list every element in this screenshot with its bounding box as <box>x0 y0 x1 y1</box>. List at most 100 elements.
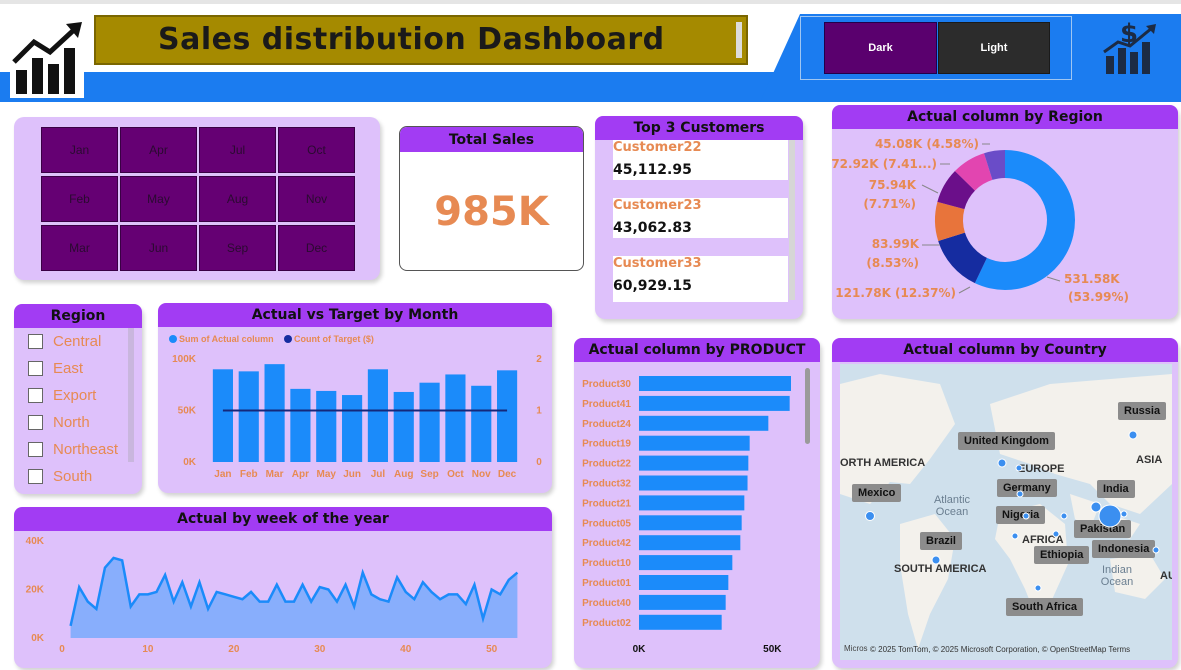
x-tick-label: Oct <box>447 469 464 480</box>
region-option-central[interactable]: Central <box>28 333 101 350</box>
bar-product02 <box>639 614 722 630</box>
product-bar-chart: Product30 Product41 Product24 Product19 Prod… <box>582 376 791 655</box>
y-tick-label: 0K <box>183 457 197 468</box>
y-tick-label: 40K <box>26 536 45 547</box>
region-option-label: South <box>53 468 93 485</box>
month-button-may[interactable]: May <box>120 176 197 222</box>
month-button-apr[interactable]: Apr <box>120 127 197 173</box>
x-tick-label: Sep <box>420 469 438 480</box>
x-tick-label: Dec <box>498 469 517 480</box>
region-slicer-title: Region <box>14 304 142 328</box>
customer-card-2[interactable]: Customer23 43,062.83 <box>613 198 788 238</box>
growth-chart-icon <box>10 18 84 98</box>
y2-tick-label: 1 <box>536 406 542 417</box>
month-button-jun[interactable]: Jun <box>120 225 197 271</box>
y-tick-label: Product40 <box>582 598 631 609</box>
region-option-export[interactable]: Export <box>28 387 96 404</box>
month-button-aug[interactable]: Aug <box>199 176 276 222</box>
bar-jul <box>367 369 388 462</box>
customer-name: Customer22 <box>613 140 702 155</box>
bar-product01 <box>639 575 729 590</box>
actual-vs-target-panel: Actual vs Target by Month Sum of Actual … <box>158 303 552 493</box>
y-tick-label: 20K <box>26 585 45 596</box>
data-label: 45.08K (4.58%) <box>875 137 979 151</box>
month-button-jul[interactable]: Jul <box>199 127 276 173</box>
header-band <box>0 72 800 102</box>
y2-tick-label: 2 <box>536 354 542 365</box>
x-tick-label: May <box>317 469 337 480</box>
x-tick-label: 0 <box>59 644 65 655</box>
dark-theme-button[interactable]: Dark <box>824 22 937 74</box>
legend-label-actual: Sum of Actual column <box>179 334 274 344</box>
legend: Sum of Actual column Count of Target ($) <box>169 334 374 344</box>
x-tick-label: Jun <box>343 469 361 480</box>
bar-nov <box>471 385 492 462</box>
region-option-northeast[interactable]: Northeast <box>28 441 118 458</box>
x-tick-label: 50 <box>486 644 498 655</box>
top-divider <box>0 0 1181 4</box>
bar-product40 <box>639 594 726 610</box>
x-tick-label: 30 <box>314 644 326 655</box>
scrollbar[interactable] <box>128 328 134 462</box>
scrollbar[interactable] <box>805 368 810 444</box>
customer-card-3[interactable]: Customer33 60,929.15 <box>613 256 788 302</box>
data-label: 531.58K <box>1064 272 1120 286</box>
bar-product22 <box>639 455 749 471</box>
y-tick-label: Product42 <box>582 538 631 549</box>
map-bubbles <box>865 430 1160 592</box>
legend-marker-actual <box>169 335 177 343</box>
x-tick-label: Apr <box>292 469 309 480</box>
y2-tick-label: 0 <box>536 457 542 468</box>
bar-sep <box>419 382 440 462</box>
y-tick-label: Product30 <box>582 379 631 390</box>
checkbox[interactable] <box>28 361 43 376</box>
legend-marker-target <box>284 335 292 343</box>
x-tick-label: 10 <box>142 644 154 655</box>
customer-name: Customer33 <box>613 256 702 271</box>
map-canvas[interactable]: Russia United Kingdom Germany India Mexi… <box>840 364 1172 660</box>
x-tick-label: Mar <box>266 469 284 480</box>
customer-value: 43,062.83 <box>613 220 692 236</box>
month-button-dec[interactable]: Dec <box>278 225 355 271</box>
top-customers-panel: Top 3 Customers Customer22 45,112.95 Cus… <box>595 116 803 319</box>
country-map-panel: Actual column by Country Russia United K… <box>832 338 1178 668</box>
x-tick-label: Feb <box>240 469 258 480</box>
total-sales-card: Total Sales 985K <box>399 126 584 271</box>
map-attribution[interactable]: © 2025 TomTom, © 2025 Microsoft Corporat… <box>870 645 1130 654</box>
bar-product30 <box>639 376 791 391</box>
region-option-east[interactable]: East <box>28 360 83 377</box>
customer-value: 45,112.95 <box>613 162 692 178</box>
y-tick-label: Product32 <box>582 479 631 490</box>
region-option-label: East <box>53 360 84 377</box>
y-tick-label: Product41 <box>582 399 631 410</box>
y-tick-label: Product21 <box>582 498 631 509</box>
month-button-mar[interactable]: Mar <box>41 225 118 271</box>
region-slicer: Region Central East Export North Northeast So… <box>14 304 142 494</box>
month-button-oct[interactable]: Oct <box>278 127 355 173</box>
month-button-sep[interactable]: Sep <box>199 225 276 271</box>
checkbox[interactable] <box>28 442 43 457</box>
month-button-nov[interactable]: Nov <box>278 176 355 222</box>
region-option-south[interactable]: South <box>28 468 92 485</box>
page-title: Sales distribution Dashboard <box>158 22 665 57</box>
total-sales-title: Total Sales <box>400 127 583 152</box>
checkbox[interactable] <box>28 334 43 349</box>
bar-jan <box>212 369 233 462</box>
month-button-jan[interactable]: Jan <box>41 127 118 173</box>
data-label: 121.78K (12.37%) <box>835 286 956 300</box>
dollar-growth-icon: $ <box>1100 18 1160 76</box>
checkbox[interactable] <box>28 469 43 484</box>
customer-card-1[interactable]: Customer22 45,112.95 <box>613 140 788 180</box>
checkbox[interactable] <box>28 388 43 403</box>
light-theme-button[interactable]: Light <box>938 22 1050 74</box>
scrollbar[interactable] <box>789 140 795 300</box>
customer-value: 60,929.15 <box>613 278 692 294</box>
x-tick-label: Nov <box>472 469 491 480</box>
month-button-feb[interactable]: Feb <box>41 176 118 222</box>
bar-oct <box>445 374 466 462</box>
region-option-north[interactable]: North <box>28 414 90 431</box>
bar-product19 <box>639 435 750 451</box>
checkbox[interactable] <box>28 415 43 430</box>
data-label: (7.71%) <box>863 197 916 211</box>
bar-product21 <box>639 495 745 511</box>
